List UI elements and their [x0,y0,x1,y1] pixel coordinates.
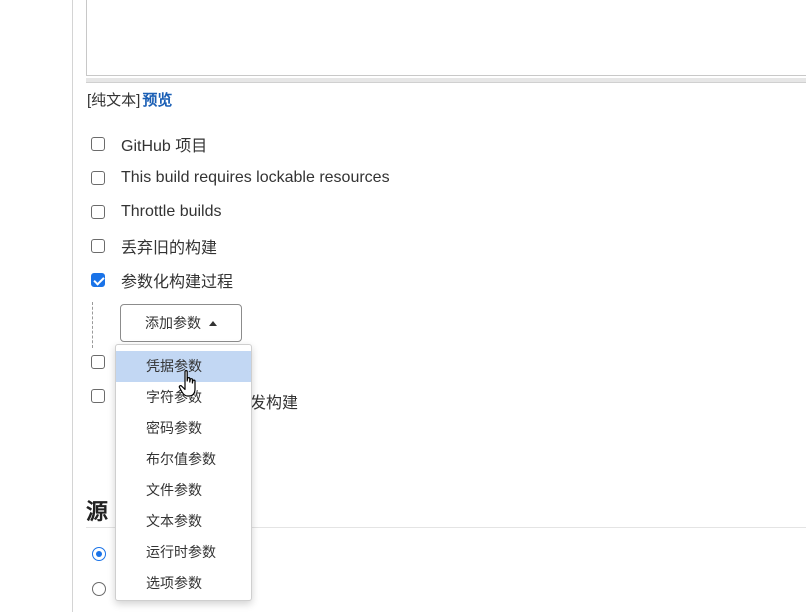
option-github-project[interactable]: GitHub 项目 [91,134,208,155]
format-label: [纯文本] [87,92,141,109]
checkbox[interactable] [91,171,105,185]
option-label: Throttle builds [121,203,222,220]
add-parameter-button[interactable]: 添加参数 [120,304,242,342]
preview-link[interactable]: 预览 [142,92,172,109]
option-label: 丢弃旧的构建 [121,240,218,257]
caret-up-icon [209,320,217,326]
radio-selected[interactable] [92,547,106,561]
textarea-resize-grip[interactable] [86,78,806,83]
description-format-row: [纯文本] 预览 [87,89,172,110]
menu-item-choice-parameter[interactable]: 选项参数 [116,568,251,599]
nested-section-guide [92,302,93,348]
option-discard-old-builds[interactable]: 丢弃旧的构建 [91,236,218,257]
option-label: This build requires lockable resources [121,169,390,186]
partial-option-label: 发构建 [250,395,299,412]
checkbox[interactable] [91,137,105,151]
add-parameter-label: 添加参数 [145,315,201,331]
menu-item-text-parameter[interactable]: 文本参数 [116,506,251,537]
option-parameterized-build[interactable]: 参数化构建过程 [91,270,234,291]
option-hidden-2[interactable] [91,386,105,406]
checkbox-checked[interactable] [91,273,105,287]
description-textarea[interactable] [86,0,806,76]
checkbox[interactable] [91,355,105,369]
option-label: 参数化构建过程 [121,274,234,291]
menu-item-boolean-parameter[interactable]: 布尔值参数 [116,444,251,475]
checkbox[interactable] [91,205,105,219]
menu-item-runtime-parameter[interactable]: 运行时参数 [116,537,251,568]
menu-item-password-parameter[interactable]: 密码参数 [116,413,251,444]
section-title: 源 [86,499,109,524]
checkbox[interactable] [91,239,105,253]
checkbox[interactable] [91,389,105,403]
content-left-border [72,0,73,612]
menu-item-file-parameter[interactable]: 文件参数 [116,475,251,506]
option-hidden-1[interactable] [91,352,105,372]
option-lockable-resources[interactable]: This build requires lockable resources [91,168,390,188]
option-label: GitHub 项目 [121,138,208,155]
radio-unselected[interactable] [92,582,106,596]
hand-cursor-icon [178,370,196,397]
option-throttle-builds[interactable]: Throttle builds [91,202,222,222]
